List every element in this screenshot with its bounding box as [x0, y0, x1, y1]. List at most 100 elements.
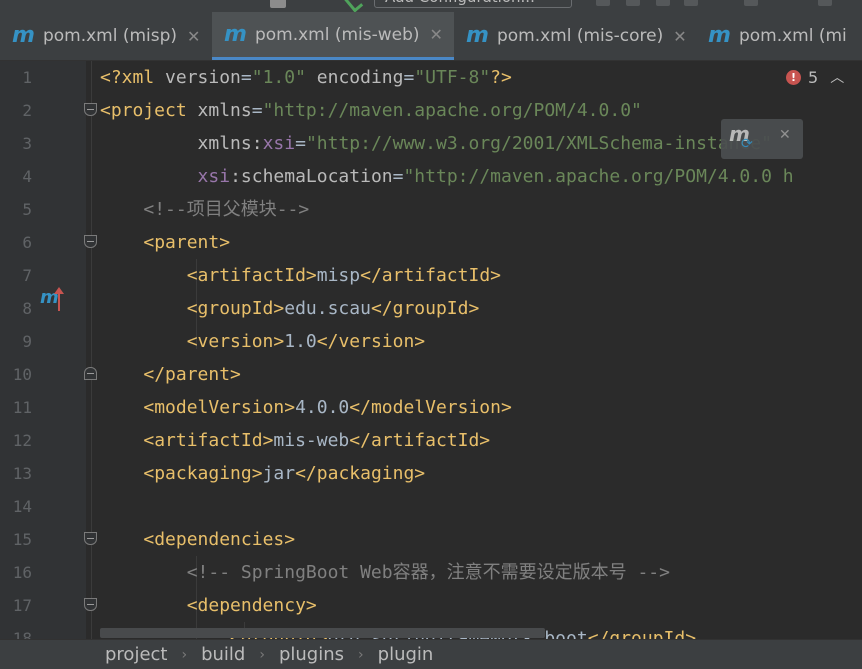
code-line: <packaging>jar</packaging>: [100, 457, 425, 490]
code-line: <?xml version="1.0" encoding="UTF-8"?>: [100, 61, 512, 94]
code-token: </artifactId>: [349, 430, 491, 451]
error-icon: !: [786, 69, 801, 85]
code-token: misp: [316, 265, 361, 286]
maven-reload-popup[interactable]: m ⟳ ✕: [721, 119, 803, 159]
code-token: <!-- SpringBoot Web容器，注意不需要设定版本号 -->: [186, 562, 670, 583]
code-token: =: [251, 100, 263, 121]
inspection-widget[interactable]: ! 5 ︿: [786, 67, 844, 87]
code-token: <project: [100, 100, 198, 121]
code-token: <artifactId>: [186, 265, 317, 286]
line-number: 16: [12, 563, 32, 582]
code-line: <artifactId>mis-web</artifactId>: [100, 424, 490, 457]
tab-pom-mis-other[interactable]: m pom.xml (mi: [696, 12, 862, 60]
run-icon[interactable]: [596, 0, 610, 6]
chevron-right-icon: ›: [358, 646, 364, 663]
code-token: <?xml: [100, 67, 166, 88]
code-token: mis-web: [273, 430, 350, 451]
code-token: <dependencies>: [143, 529, 296, 550]
code-line: <groupId>edu.scau</groupId>: [100, 292, 480, 325]
close-icon[interactable]: ✕: [673, 27, 686, 46]
code-token: </modelVersion>: [349, 397, 512, 418]
stop-icon[interactable]: [744, 0, 758, 6]
maven-icon: m: [466, 23, 489, 48]
code-token: 1.0: [284, 331, 317, 352]
tab-label: pom.xml (mis-web): [254, 24, 420, 45]
breadcrumb-item[interactable]: plugins: [279, 644, 344, 665]
line-number: 12: [12, 431, 32, 450]
line-number: 15: [12, 530, 32, 549]
code-token: <dependency>: [186, 595, 317, 616]
code-token: <modelVersion>: [143, 397, 296, 418]
code-token: 4.0.0: [295, 397, 350, 418]
code-token: xmlns:: [197, 133, 263, 154]
code-token: =: [392, 166, 404, 187]
maven-icon: m: [12, 23, 35, 48]
reload-icon[interactable]: ⟳: [741, 136, 753, 152]
code-token: =: [403, 67, 415, 88]
code-token: version: [165, 67, 241, 88]
debug-icon[interactable]: [626, 0, 640, 6]
tab-pom-misp[interactable]: m pom.xml (misp) ✕: [0, 12, 212, 60]
line-number: 9: [22, 332, 32, 351]
search-icon[interactable]: [818, 0, 832, 6]
code-token: </parent>: [143, 364, 241, 385]
run-configuration-selector[interactable]: Add Configuration...: [374, 0, 572, 8]
code-token: "http://maven.apache.org/POM/4.0.0 h: [403, 166, 794, 187]
build-hammer-icon[interactable]: [343, 0, 364, 12]
code-token: </groupId>: [587, 628, 697, 639]
code-line: <artifactId>misp</artifactId>: [100, 259, 501, 292]
code-line: <modelVersion>4.0.0</modelVersion>: [100, 391, 512, 424]
tab-label: pom.xml (mis-core): [496, 26, 664, 46]
navigate-up-arrow-icon[interactable]: [54, 287, 64, 311]
error-count: 5: [808, 67, 819, 87]
chevron-up-icon[interactable]: ︿: [830, 67, 844, 87]
main-toolbar: Add Configuration...: [0, 0, 862, 12]
profile-icon[interactable]: [684, 0, 698, 6]
close-icon[interactable]: ✕: [187, 27, 200, 46]
code-line: <version>1.0</version>: [100, 325, 425, 358]
line-number: 7: [22, 266, 32, 285]
code-token: </version>: [316, 331, 426, 352]
line-number: 18: [12, 629, 32, 639]
tab-label: pom.xml (misp): [42, 26, 178, 46]
horizontal-scrollbar[interactable]: [100, 628, 545, 638]
code-line: </parent>: [100, 358, 241, 391]
code-line: <!--项目父模块-->: [100, 193, 309, 226]
editor-tabs: m pom.xml (misp) ✕ m pom.xml (mis-web) ✕…: [0, 12, 862, 61]
code-token: </groupId>: [370, 298, 480, 319]
line-number: 8: [22, 299, 32, 318]
close-icon[interactable]: ✕: [779, 127, 791, 143]
code-token: ?>: [490, 67, 512, 88]
line-number: 14: [12, 497, 32, 516]
close-icon[interactable]: ✕: [430, 25, 443, 44]
code-token: <artifactId>: [143, 430, 274, 451]
breadcrumb-item[interactable]: build: [201, 644, 245, 665]
coverage-icon[interactable]: [656, 0, 670, 6]
code-token: xsi: [262, 133, 296, 154]
line-number: 4: [22, 167, 32, 186]
line-number: 5: [22, 200, 32, 219]
code-token: "1.0": [251, 67, 306, 88]
code-token: :schemaLocation: [230, 166, 393, 187]
code-token: =: [240, 67, 252, 88]
code-line: xsi:schemaLocation="http://maven.apache.…: [100, 160, 794, 193]
code-token: xsi: [197, 166, 231, 187]
breadcrumb-item[interactable]: project: [105, 644, 167, 665]
tab-pom-mis-core[interactable]: m pom.xml (mis-core) ✕: [454, 12, 696, 60]
line-number: 1: [22, 68, 32, 87]
code-token: edu.scau: [284, 298, 371, 319]
breadcrumb-item[interactable]: plugin: [378, 644, 434, 665]
code-token: <packaging>: [143, 463, 263, 484]
chevron-right-icon: ›: [259, 646, 265, 663]
code-line: <dependencies>: [100, 523, 295, 556]
tab-pom-mis-web[interactable]: m pom.xml (mis-web) ✕: [212, 12, 454, 60]
build-icon[interactable]: [270, 0, 286, 8]
line-number: 17: [12, 596, 32, 615]
